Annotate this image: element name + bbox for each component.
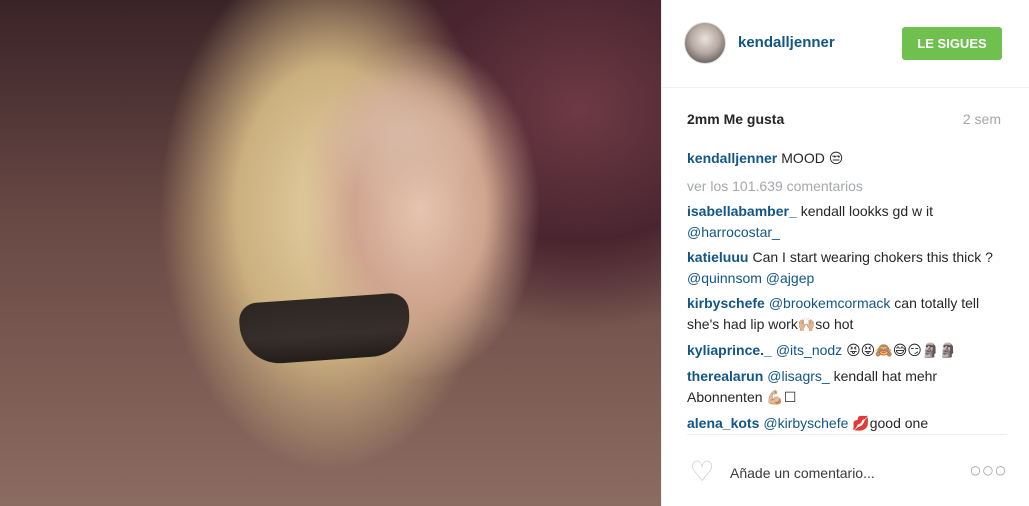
list-item: katieluuu Can I start wearing chokers thi… — [687, 247, 1007, 289]
list-item: isabellabamber_ kendall lookks gd w it @h… — [687, 201, 1007, 243]
caption-text: MOOD — [781, 150, 825, 166]
avatar[interactable] — [684, 22, 726, 64]
comment-mention[interactable]: @harrocostar_ — [687, 224, 780, 240]
heart-outline-icon[interactable]: ♡ — [686, 455, 718, 488]
header-username[interactable]: kendalljenner — [738, 34, 835, 51]
caption: kendalljenner MOOD 😒 — [687, 148, 1007, 170]
comment-mention[interactable]: @quinnsom @ajgep — [687, 270, 814, 286]
list-item: kirbyschefe @brookemcormack can totally t… — [687, 293, 1007, 336]
photo-choker — [238, 292, 412, 366]
flexed-biceps-icon: 💪🏼☐ — [766, 390, 797, 406]
comment-username[interactable]: isabellabamber_ — [687, 203, 797, 219]
comment-username[interactable]: alena_kots — [687, 415, 759, 431]
post-time[interactable]: 2 sem — [963, 111, 1001, 127]
comment-text: kendall lookks gd w it — [800, 203, 934, 219]
post-photo[interactable] — [0, 0, 661, 506]
comments-list[interactable]: kendalljenner MOOD 😒 ver los 101.639 come… — [687, 148, 1007, 435]
raised-hands-icon: 🙌🏼 — [797, 317, 816, 333]
comment-username[interactable]: katieluuu — [687, 249, 748, 265]
view-all-comments-link[interactable]: ver los 101.639 comentarios — [687, 176, 1007, 197]
comment-mention[interactable]: @its_nodz — [776, 342, 842, 358]
kiss-mark-icon: 💋 — [852, 416, 870, 432]
post-header: kendalljenner LE SIGUES — [662, 0, 1029, 88]
comment-text: good one — [869, 415, 929, 431]
comment-text: Can I start wearing chokers this thick ? — [752, 249, 993, 265]
comment-footer: ♡ ○○○ — [662, 445, 1029, 495]
list-item: therealarun @lisagrs_ kendall hat mehr Ab… — [687, 366, 1007, 409]
follow-button[interactable]: LE SIGUES — [902, 27, 1002, 60]
comment-username[interactable]: kyliaprince._ — [687, 342, 772, 358]
laughing-faces-icon: 😝😝🙈😅😏🗿🗿 — [846, 343, 957, 359]
list-item: alena_kots @kirbyschefe 💋good one — [687, 413, 1007, 434]
add-comment-input[interactable] — [728, 461, 962, 485]
comment-mention[interactable]: @kirbyschefe — [763, 415, 848, 431]
comment-mention[interactable]: @lisagrs_ — [767, 368, 829, 384]
comment-username[interactable]: kirbyschefe — [687, 295, 765, 311]
comment-mention[interactable]: @brookemcormack — [769, 295, 891, 311]
more-options-icon[interactable]: ○○○ — [970, 457, 1005, 483]
caption-username[interactable]: kendalljenner — [687, 150, 777, 166]
comment-text-2: so hot — [815, 316, 854, 332]
likes-count[interactable]: 2mm Me gusta — [687, 111, 784, 127]
list-item: kyliaprince._ @its_nodz 😝😝🙈😅😏🗿🗿 — [687, 340, 1007, 362]
post-sidebar: kendalljenner LE SIGUES 2mm Me gusta 2 s… — [661, 0, 1029, 506]
comment-username[interactable]: therealarun — [687, 368, 763, 384]
unamused-face-icon: 😒 — [828, 151, 844, 167]
